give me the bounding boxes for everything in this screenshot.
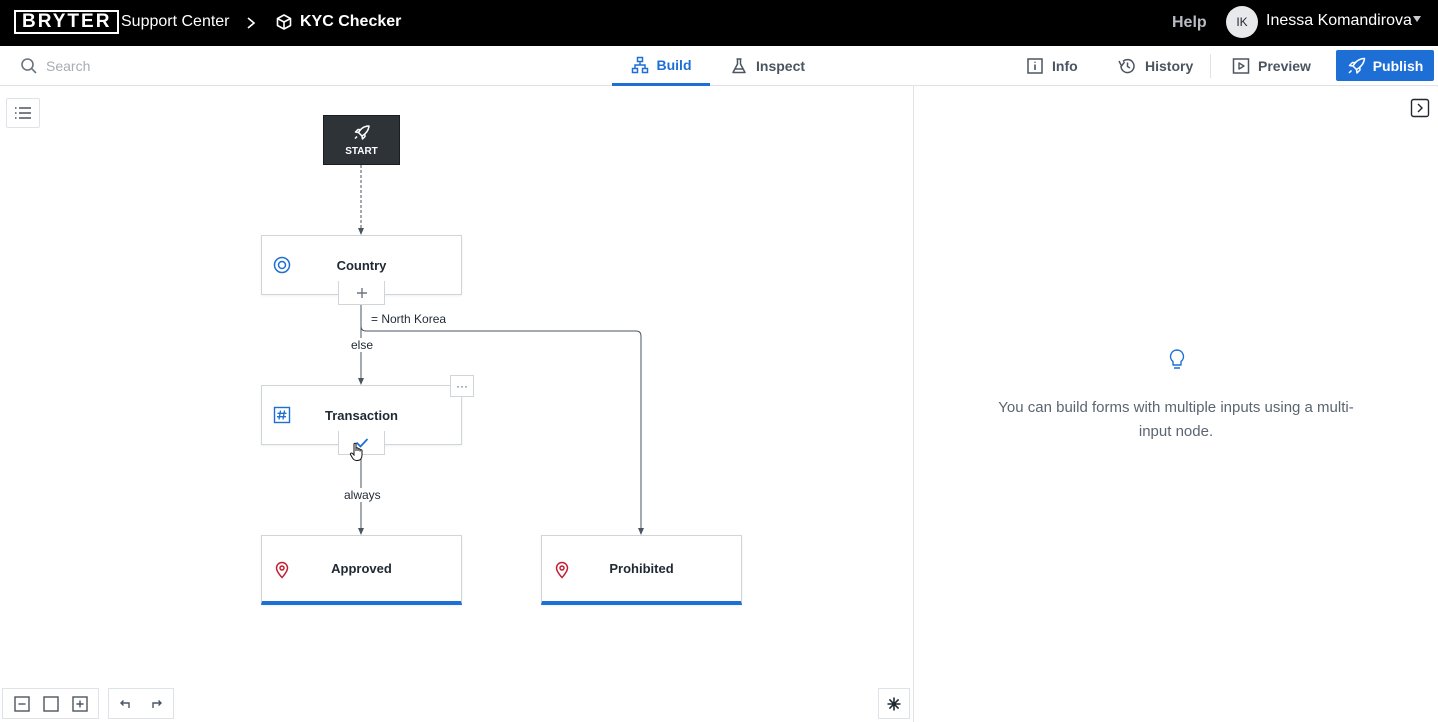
start-label: START [345, 145, 378, 157]
chevron-right-icon [247, 17, 256, 29]
side-panel: You can build forms with multiple inputs… [915, 86, 1438, 722]
history-button[interactable]: History [1117, 46, 1193, 86]
node-more-button[interactable]: ··· [450, 375, 474, 397]
top-bar: BRYTER Support Center KYC Checker Help I… [0, 0, 1438, 46]
search-icon [21, 58, 37, 74]
zoom-out-icon[interactable] [13, 695, 31, 713]
node-prohibited[interactable]: Prohibited [541, 535, 742, 605]
breadcrumb-kyc-checker: KYC Checker [300, 13, 402, 30]
edge-label-north-korea[interactable]: = North Korea [369, 312, 449, 326]
info-icon [1027, 58, 1043, 74]
cube-icon [276, 14, 292, 30]
publish-label: Publish [1372, 57, 1424, 74]
flask-icon [732, 58, 746, 74]
publish-button[interactable]: Publish [1336, 50, 1434, 81]
rocket-icon [353, 124, 370, 140]
history-label: History [1145, 58, 1194, 74]
asterisk-icon [887, 697, 901, 710]
start-node[interactable]: START [323, 115, 400, 165]
zoom-controls [2, 688, 99, 719]
add-branch-button[interactable] [338, 281, 385, 305]
undo-icon[interactable] [117, 696, 133, 712]
tab-inspect[interactable]: Inspect [730, 46, 805, 86]
history-icon [1118, 58, 1135, 74]
sitemap-icon [631, 56, 648, 73]
node-country-label: Country [336, 257, 387, 273]
node-transaction-label: Transaction [325, 407, 398, 423]
search-input[interactable] [46, 56, 246, 76]
info-button[interactable]: Info [1026, 46, 1078, 86]
auto-layout-button[interactable] [878, 688, 910, 719]
preview-label: Preview [1258, 58, 1311, 74]
radio-target-icon [273, 256, 291, 274]
redo-icon[interactable] [149, 696, 165, 712]
undo-redo-controls [108, 688, 174, 719]
editor-toolbar: Build Inspect Info History Preview Publi… [0, 46, 1438, 86]
node-approved[interactable]: Approved [261, 535, 462, 605]
preview-button[interactable]: Preview [1232, 46, 1311, 86]
bryter-logo[interactable]: BRYTER [14, 10, 120, 34]
lightbulb-icon [1169, 349, 1185, 369]
help-link[interactable]: Help [1172, 14, 1207, 32]
play-icon [1232, 58, 1250, 74]
tip-text: You can build forms with multiple inputs… [998, 399, 1354, 440]
info-label: Info [1052, 58, 1078, 74]
plus-icon [356, 287, 367, 298]
panel-collapse-icon[interactable] [1410, 98, 1430, 118]
edge-label-always[interactable]: always [342, 488, 383, 502]
zoom-reset-icon[interactable] [42, 695, 60, 713]
user-name[interactable]: Inessa Komandirova [1266, 12, 1412, 30]
tab-build[interactable]: Build [612, 46, 710, 86]
hash-icon [273, 406, 291, 424]
map-pin-icon [275, 561, 289, 579]
zoom-in-icon[interactable] [71, 695, 89, 713]
avatar[interactable]: IK [1226, 6, 1258, 38]
map-pin-icon [555, 561, 569, 579]
hand-cursor-icon [349, 442, 363, 461]
toolbar-divider [1210, 54, 1211, 78]
tab-inspect-label: Inspect [756, 58, 806, 74]
node-approved-label: Approved [331, 561, 392, 576]
edge-label-else[interactable]: else [349, 338, 376, 352]
breadcrumb-support-center[interactable]: Support Center [121, 13, 230, 31]
flow-canvas[interactable]: START Country = North Korea else Transac… [0, 86, 914, 722]
caret-down-icon[interactable] [1413, 16, 1421, 22]
node-prohibited-label: Prohibited [609, 561, 674, 576]
tab-build-label: Build [656, 56, 692, 73]
rocket-icon [1348, 57, 1365, 74]
